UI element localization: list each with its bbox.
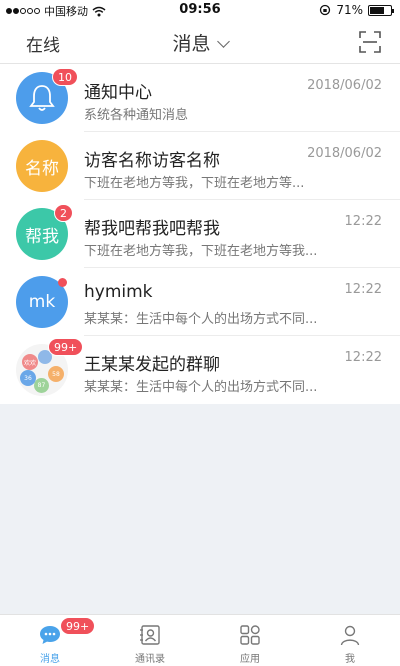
conversation-item[interactable]: 欢欢 36 58 87 99+ 王某某发起的群聊 某某某：生活中每个人的出场方式…	[0, 336, 400, 404]
unread-badge: 2	[54, 204, 73, 222]
page-title: 消息	[172, 33, 211, 55]
conversation-time: 12:22	[344, 214, 382, 229]
tab-messages[interactable]: 99+ 消息	[0, 615, 100, 666]
conversation-title: 帮我吧帮我吧帮我	[84, 219, 220, 239]
apps-icon	[240, 625, 260, 645]
person-icon	[340, 625, 360, 646]
unread-badge: 10	[52, 68, 78, 86]
unread-dot	[58, 278, 67, 287]
group-member-avatar: 58	[48, 366, 64, 382]
tab-badge: 99+	[60, 617, 96, 635]
tab-label: 我	[345, 654, 355, 665]
conversation-item[interactable]: 帮我 2 帮我吧帮我吧帮我 下班在老地方等我，下班在老地方等我... 12:22	[0, 200, 400, 268]
nav-bar: 在线 消息	[0, 20, 400, 64]
group-member-avatar: 欢欢	[22, 354, 38, 370]
status-bar: 中国移动 09:56 71%	[0, 0, 400, 20]
bell-icon	[29, 85, 55, 111]
chevron-down-icon	[216, 35, 230, 48]
conversation-preview: 某某某：生活中每个人的出场方式不同...	[84, 380, 318, 395]
conversation-title: 王某某发起的群聊	[84, 355, 220, 375]
conversation-item[interactable]: mk hymimk 某某某：生活中每个人的出场方式不同... 12:22	[0, 268, 400, 336]
conversation-time: 2018/06/02	[307, 78, 382, 93]
tab-label: 应用	[240, 654, 260, 665]
tab-apps[interactable]: 应用	[200, 615, 300, 666]
rotation-lock-icon	[320, 4, 331, 16]
conversation-title: 访客名称访客名称	[84, 151, 220, 171]
conversation-time: 12:22	[344, 282, 382, 297]
scan-icon[interactable]	[358, 30, 382, 54]
conversation-title: hymimk	[84, 282, 153, 302]
conversation-time: 2018/06/02	[307, 146, 382, 161]
conversation-preview: 下班在老地方等我，下班在老地方等...	[84, 176, 305, 191]
contacts-icon	[140, 625, 160, 645]
tab-contacts[interactable]: 通讯录	[100, 615, 200, 666]
tab-label: 通讯录	[135, 654, 165, 665]
battery-icon	[368, 4, 394, 16]
tab-label: 消息	[40, 654, 60, 665]
conversation-preview: 某某某：生活中每个人的出场方式不同...	[84, 312, 318, 327]
unread-badge: 99+	[48, 338, 84, 356]
conversation-preview: 系统各种通知消息	[84, 108, 189, 123]
avatar: 名称	[16, 140, 68, 192]
tab-bar: 99+ 消息 通讯录 应用 我	[0, 614, 400, 666]
chat-icon	[40, 626, 60, 644]
tab-me[interactable]: 我	[300, 615, 400, 666]
page-title-dropdown[interactable]: 消息	[0, 29, 400, 56]
group-member-avatar: 87	[34, 378, 49, 393]
battery-percent: 71%	[336, 3, 363, 17]
conversation-item[interactable]: 名称 访客名称访客名称 下班在老地方等我，下班在老地方等... 2018/06/…	[0, 132, 400, 200]
conversation-time: 12:22	[344, 350, 382, 365]
conversation-list: 10 通知中心 系统各种通知消息 2018/06/02 名称 访客名称访客名称 …	[0, 64, 400, 404]
conversation-preview: 下班在老地方等我，下班在老地方等我...	[84, 244, 318, 259]
conversation-item[interactable]: 10 通知中心 系统各种通知消息 2018/06/02	[0, 64, 400, 132]
conversation-title: 通知中心	[84, 83, 152, 103]
status-right: 71%	[319, 3, 394, 17]
